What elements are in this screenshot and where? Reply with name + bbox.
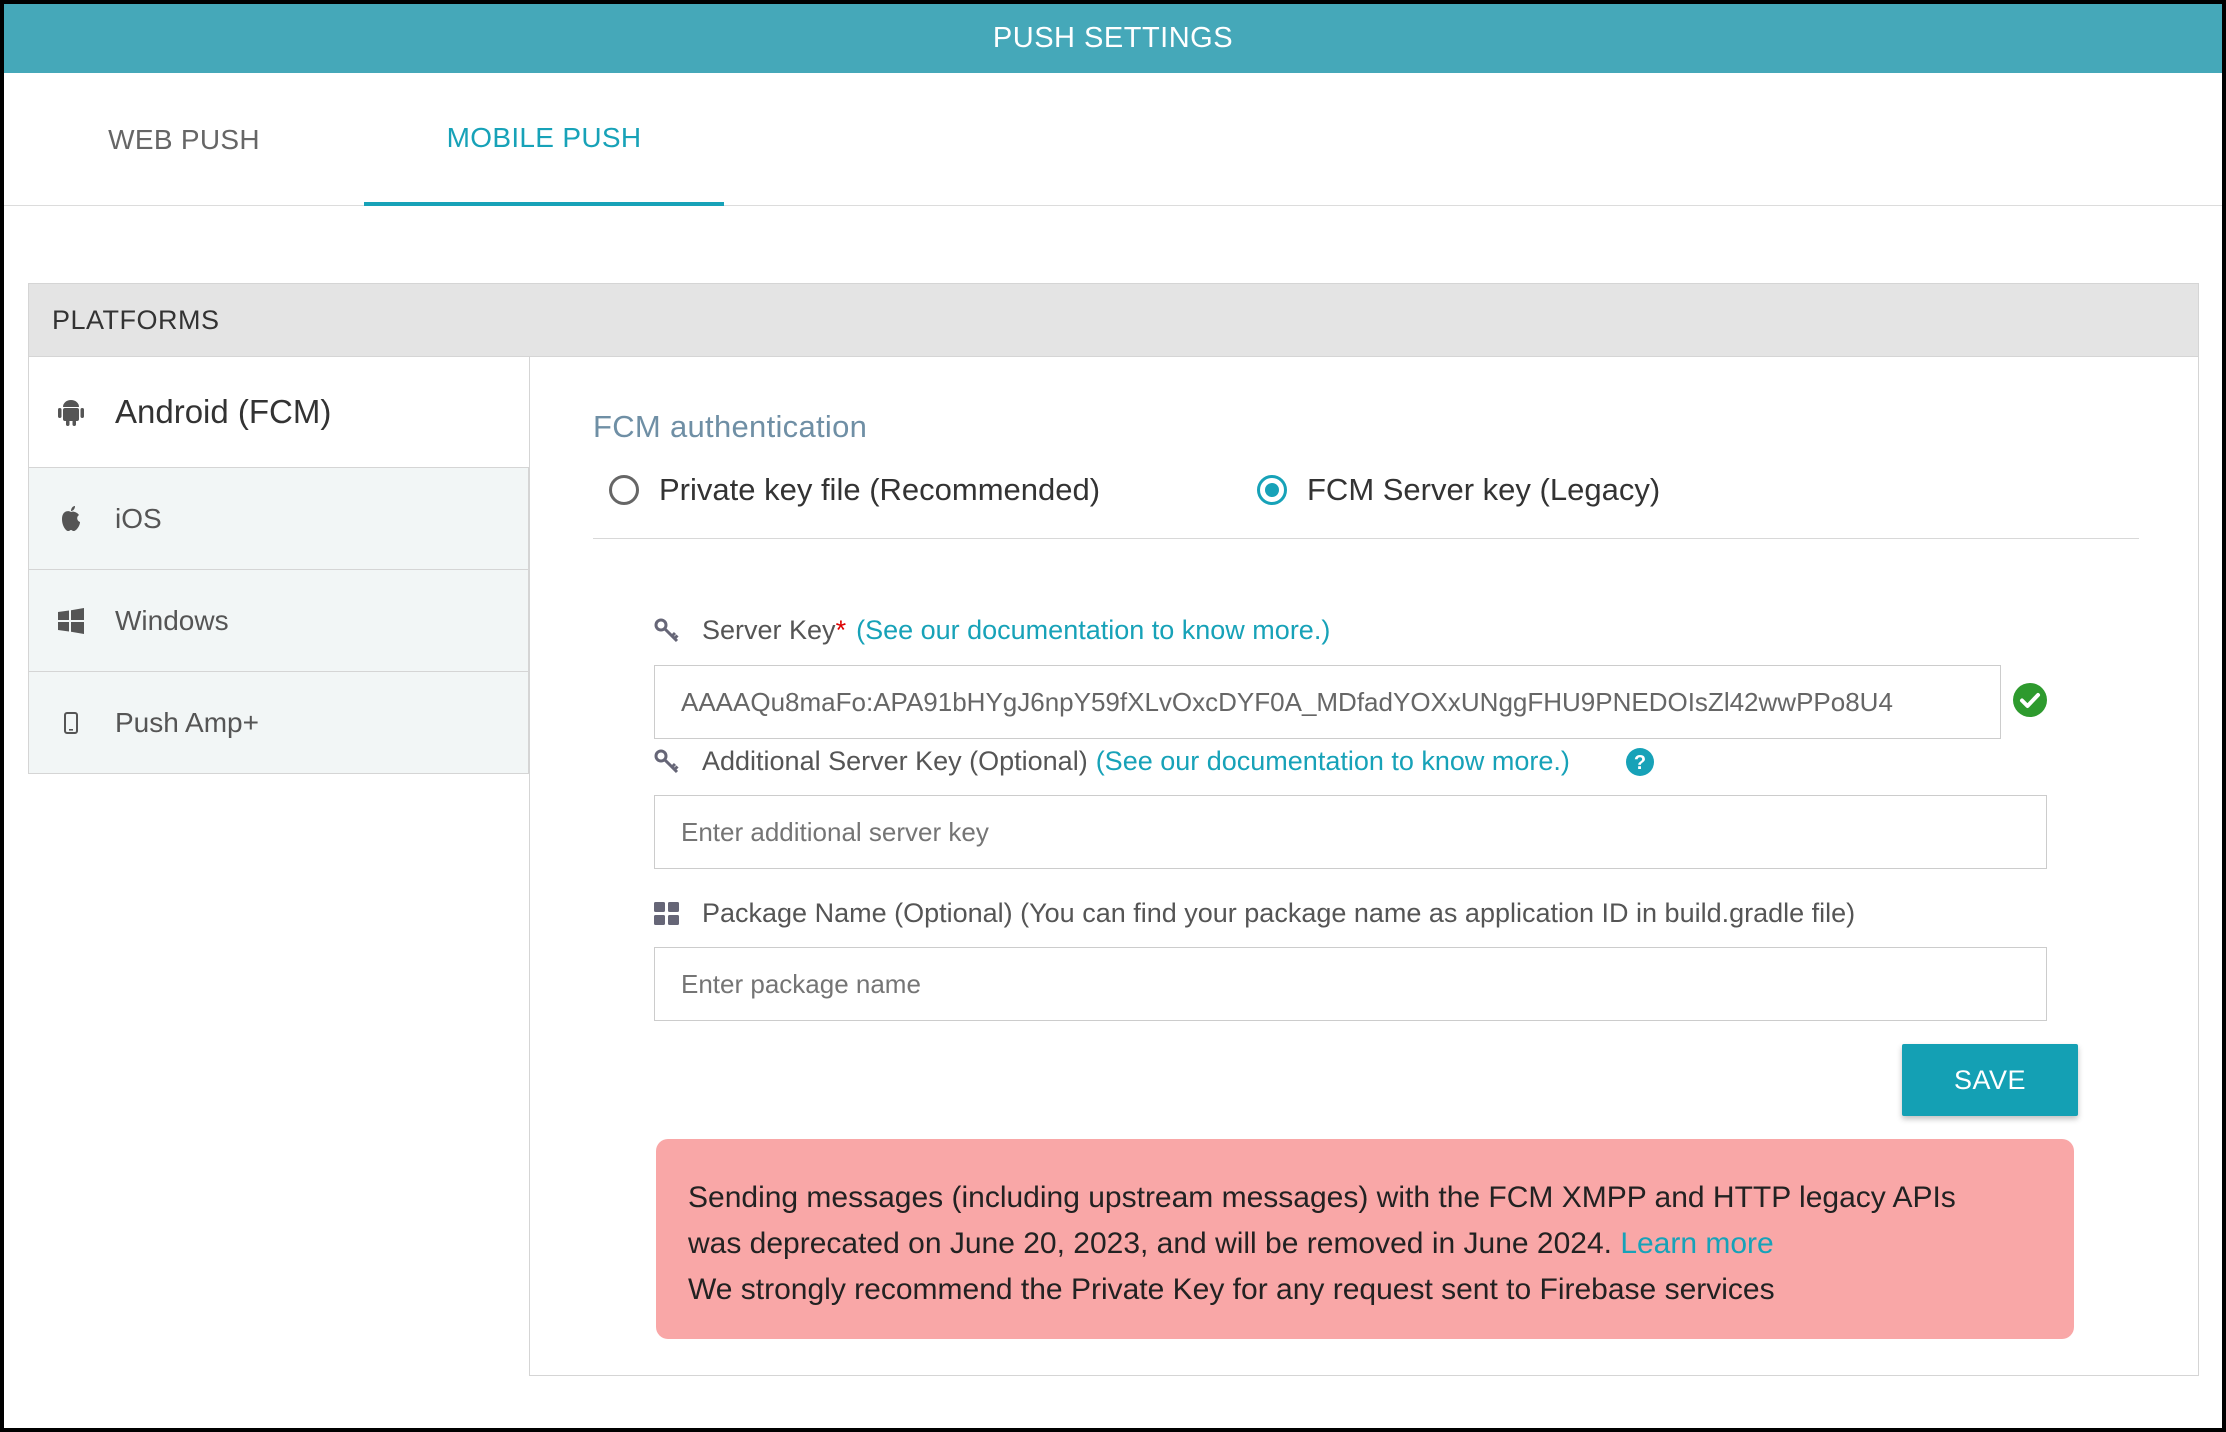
android-icon [57, 398, 85, 426]
radio-server-key-label: FCM Server key (Legacy) [1307, 472, 1661, 507]
alert-line-2: was deprecated on June 20, 2023, and wil… [688, 1221, 2042, 1267]
tab-web-push[interactable]: WEB PUSH [4, 73, 364, 206]
server-key-doc-link[interactable]: (See our documentation to know more.) [856, 615, 1330, 646]
required-mark: * [835, 615, 847, 645]
push-settings-window: PUSH SETTINGS WEB PUSH MOBILE PUSH PLATF… [4, 4, 2222, 1428]
fcm-auth-title: FCM authentication [593, 409, 868, 444]
sidebar-item-label: Windows [115, 604, 229, 636]
key-icon [654, 749, 682, 775]
deprecation-alert: Sending messages (including upstream mes… [656, 1139, 2074, 1339]
sidebar-item-windows[interactable]: Windows [28, 570, 529, 672]
windows-icon [57, 607, 85, 635]
additional-key-label: Additional Server Key (Optional) [702, 746, 1088, 776]
radio-server-key-control[interactable] [1257, 475, 1287, 505]
grid-icon [654, 901, 682, 926]
server-key-label-row: Server Key * (See our documentation to kn… [654, 615, 1330, 646]
page-title-bar: PUSH SETTINGS [4, 4, 2222, 73]
package-name-input[interactable] [654, 947, 2047, 1021]
sidebar-item-label: iOS [115, 502, 162, 534]
package-name-label: Package Name (Optional) (You can find yo… [702, 898, 1856, 928]
tab-mobile-push[interactable]: MOBILE PUSH [364, 73, 724, 206]
package-name-label-row: Package Name (Optional) (You can find yo… [654, 898, 1855, 929]
alert-line-2-text: was deprecated on June 20, 2023, and wil… [688, 1227, 1612, 1260]
alert-line-3: We strongly recommend the Private Key fo… [688, 1273, 1775, 1306]
additional-key-label-row: Additional Server Key (Optional) (See ou… [654, 746, 1570, 777]
section-divider [593, 538, 2139, 539]
svg-text:?: ? [1634, 752, 1646, 774]
platforms-header: PLATFORMS [28, 283, 2199, 357]
sidebar-item-label: Android (FCM) [115, 393, 332, 430]
learn-more-link[interactable]: Learn more [1620, 1227, 1773, 1260]
sidebar-item-android[interactable]: Android (FCM) [28, 357, 529, 468]
radio-private-key-label: Private key file (Recommended) [659, 472, 1101, 507]
page-title: PUSH SETTINGS [992, 22, 1234, 54]
server-key-label: Server Key [702, 615, 836, 645]
key-icon [654, 618, 682, 644]
check-circle-icon [2013, 683, 2047, 717]
save-button[interactable]: SAVE [1902, 1044, 2078, 1116]
additional-key-input[interactable] [654, 795, 2047, 869]
platforms-sidebar: Android (FCM) iOS Windows Push Amp+ [28, 357, 529, 774]
radio-server-key[interactable]: FCM Server key (Legacy) [1257, 472, 1660, 508]
sidebar-item-ios[interactable]: iOS [28, 468, 529, 570]
sidebar-item-push-amp[interactable]: Push Amp+ [28, 672, 529, 774]
mobile-icon [57, 709, 85, 737]
server-key-input[interactable]: AAAAQu8maFo:APA91bHYgJ6npY59fXLvOxcDYF0A… [654, 665, 2001, 739]
additional-key-doc-link[interactable]: (See our documentation to know more.) [1096, 746, 1570, 777]
radio-private-key[interactable]: Private key file (Recommended) [609, 472, 1100, 508]
apple-icon [57, 505, 85, 533]
alert-line-1: Sending messages (including upstream mes… [688, 1181, 1956, 1214]
sidebar-item-label: Push Amp+ [115, 706, 259, 738]
radio-private-key-control[interactable] [609, 475, 639, 505]
help-icon[interactable]: ? [1625, 747, 1655, 777]
tab-bar: WEB PUSH MOBILE PUSH [4, 73, 2222, 206]
